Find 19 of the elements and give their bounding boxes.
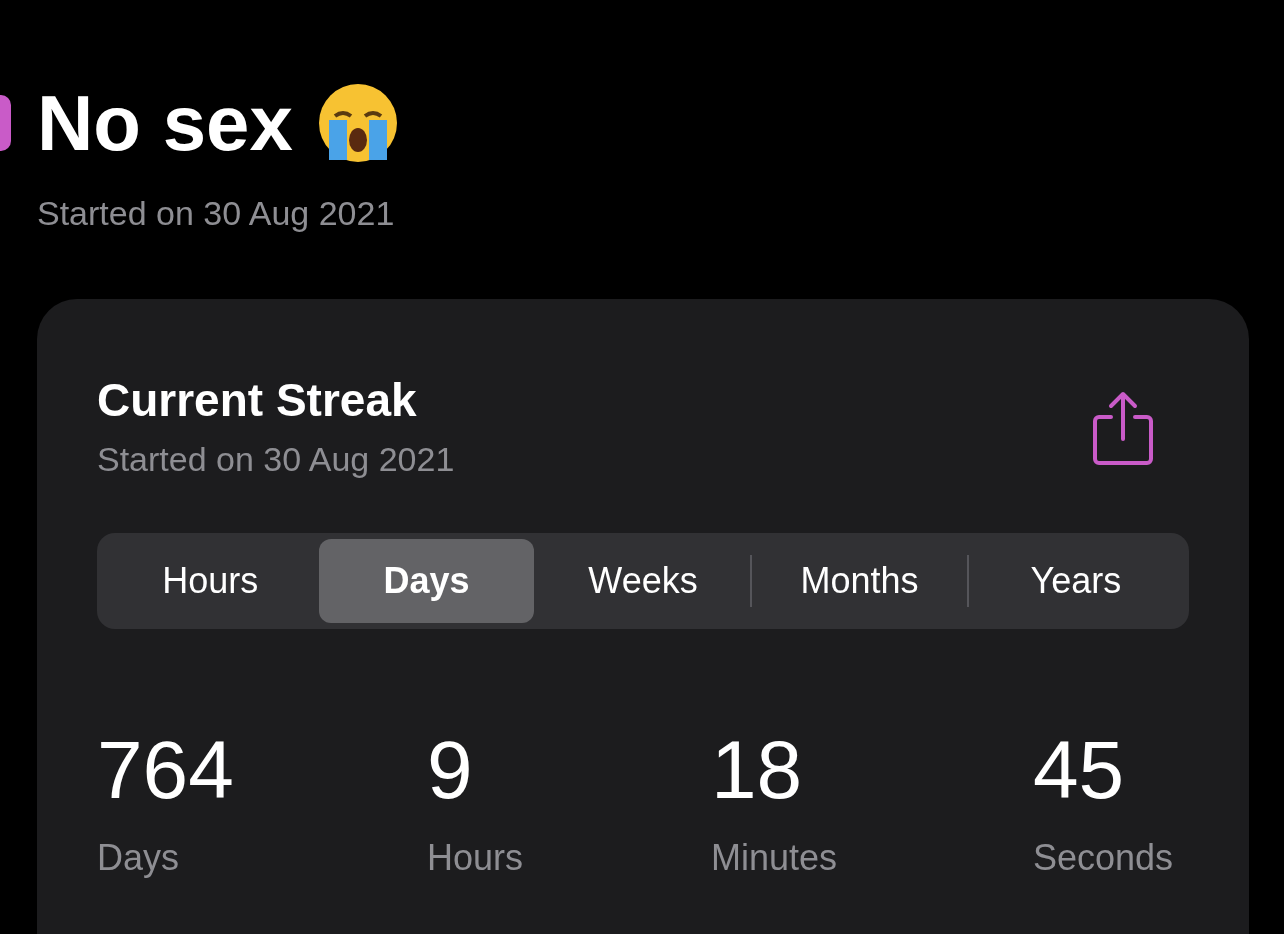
segment-tab[interactable]: Days — [319, 538, 534, 623]
segment-tab[interactable]: Hours — [103, 538, 318, 623]
segment-tab[interactable]: Months — [752, 538, 967, 623]
share-icon[interactable] — [1093, 391, 1153, 465]
start-date: Started on 30 Aug 2021 — [97, 438, 455, 480]
stat-unit: Seconds — [1033, 835, 1174, 880]
stat-value: 764 — [97, 728, 234, 811]
stat-value: 18 — [711, 728, 803, 811]
segment-tab[interactable]: Weeks — [535, 538, 751, 623]
page-title: No sex — [37, 84, 293, 162]
stat-unit: Hours — [427, 835, 524, 880]
stat-unit: Days — [97, 835, 180, 880]
stat-value: 9 — [427, 728, 473, 811]
start-date: Started on 30 Aug 2021 — [37, 193, 396, 234]
card-title: Current Streak — [97, 375, 418, 426]
stat-value: 45 — [1033, 728, 1125, 811]
stat-unit: Minutes — [711, 835, 838, 880]
segment-tab[interactable]: Years — [968, 538, 1184, 623]
crying-face-icon — [316, 82, 399, 164]
